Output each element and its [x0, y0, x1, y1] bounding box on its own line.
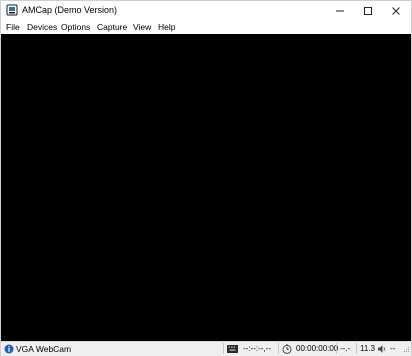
- status-bar: VGA WebCam --:--:--,-- 00:00:00:00 --.- …: [1, 341, 411, 356]
- menu-capture[interactable]: Capture: [97, 22, 127, 32]
- maximize-button[interactable]: [354, 1, 382, 20]
- status-rate: --.-: [340, 344, 351, 353]
- minimize-icon: [336, 10, 344, 11]
- menu-view[interactable]: View: [133, 22, 151, 32]
- info-icon: [4, 344, 14, 354]
- title-bar[interactable]: AMCap (Demo Version): [1, 1, 411, 20]
- close-button[interactable]: [382, 1, 410, 20]
- camera-icon: [6, 4, 18, 16]
- minimize-button[interactable]: [326, 1, 354, 20]
- status-divider: [278, 343, 279, 354]
- menu-options[interactable]: Options: [61, 22, 90, 32]
- status-time: 00:00:00:00: [296, 344, 339, 353]
- clock-icon: [282, 344, 292, 354]
- menu-devices[interactable]: Devices: [27, 22, 57, 32]
- maximize-icon: [364, 6, 372, 15]
- menu-help[interactable]: Help: [158, 22, 175, 32]
- window-title: AMCap (Demo Version): [22, 5, 118, 15]
- video-preview: [1, 34, 411, 341]
- menu-bar: File Devices Options Capture View Help: [1, 20, 411, 34]
- status-fps: 11.3: [360, 344, 375, 353]
- status-audio: --: [390, 344, 396, 353]
- status-date: --:--:--,--: [243, 344, 271, 353]
- resize-grip-icon[interactable]: [403, 346, 410, 353]
- keyboard-icon: [227, 345, 238, 353]
- speaker-icon: [378, 345, 385, 353]
- amcap-window: AMCap (Demo Version) File Devices Option…: [0, 0, 412, 356]
- status-divider: [223, 343, 224, 354]
- close-icon: [392, 6, 400, 15]
- status-device-name: VGA WebCam: [16, 344, 72, 354]
- status-divider: [336, 343, 337, 354]
- menu-file[interactable]: File: [6, 22, 20, 32]
- status-divider: [356, 343, 357, 354]
